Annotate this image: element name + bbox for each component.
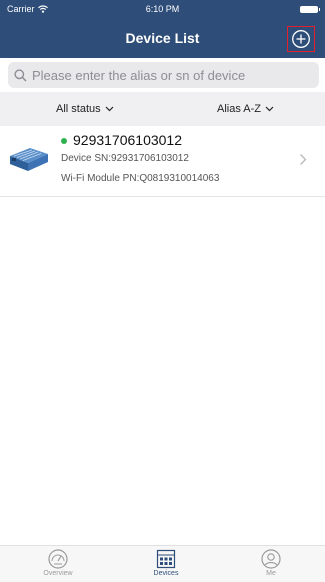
device-sn: Device SN:92931706103012	[61, 153, 189, 164]
status-filter-dropdown[interactable]: All status	[56, 103, 114, 115]
device-alias: 92931706103012	[73, 132, 183, 148]
wifi-module-pn: Wi-Fi Module PN:Q0819310014063	[61, 173, 220, 184]
user-icon	[261, 549, 281, 569]
status-time: 6:10 PM	[145, 4, 180, 14]
filter-bar: All status Alias A-Z	[0, 92, 325, 126]
status-bar: Carrier 6:10 PM	[0, 0, 325, 18]
tab-me[interactable]: Me	[241, 548, 301, 577]
chevron-right-icon	[300, 154, 307, 165]
sort-label: Alias A-Z	[217, 103, 262, 115]
tab-label: Overview	[43, 570, 73, 577]
tab-label: Me	[266, 570, 276, 577]
chevron-down-icon	[265, 106, 274, 112]
plus-circle-icon	[292, 30, 310, 48]
tab-devices[interactable]: Devices	[136, 548, 196, 577]
inverter-device-icon	[8, 140, 50, 179]
search-area	[0, 58, 325, 92]
add-device-button[interactable]	[287, 26, 315, 52]
device-list-item[interactable]: 92931706103012 Device SN:92931706103012 …	[0, 126, 325, 197]
gauge-icon	[48, 549, 68, 569]
search-icon	[14, 68, 27, 82]
devices-icon	[156, 549, 176, 569]
chevron-down-icon	[105, 106, 114, 112]
online-status-dot	[61, 138, 67, 144]
sort-dropdown[interactable]: Alias A-Z	[217, 103, 274, 115]
tab-label: Devices	[153, 570, 179, 577]
status-filter-label: All status	[56, 103, 101, 115]
search-box[interactable]	[8, 62, 319, 88]
battery-icon	[300, 6, 320, 13]
app-header: Carrier 6:10 PM Device List	[0, 0, 325, 58]
tab-bar: Overview Devices Me	[0, 545, 325, 582]
search-input[interactable]	[30, 66, 304, 84]
tab-overview[interactable]: Overview	[28, 548, 88, 577]
page-title: Device List	[125, 30, 200, 46]
